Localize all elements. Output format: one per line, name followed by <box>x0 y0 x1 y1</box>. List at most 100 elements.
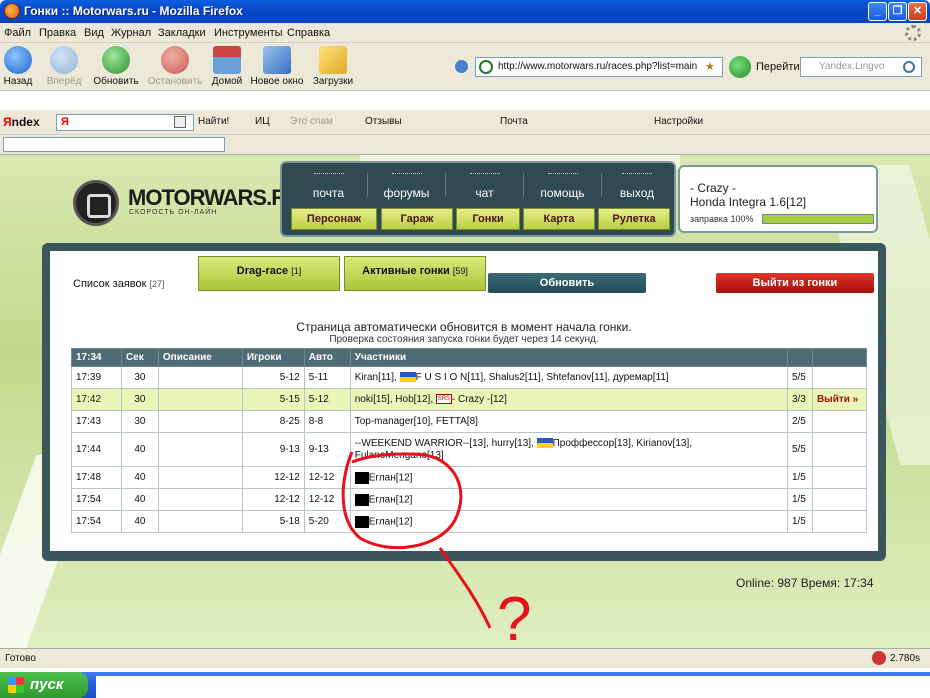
cell-participants: Kiran[11], F U S I O N[11], Shalus2[11],… <box>349 366 788 389</box>
online-status: Online: 987 Время: 17:34 <box>736 576 874 590</box>
addon-icon[interactable] <box>872 651 886 665</box>
new-window-button[interactable]: Новое окно <box>249 46 305 87</box>
participants-text[interactable]: Еглан[12] <box>369 516 413 527</box>
fuel-label: заправка 100% <box>690 214 754 224</box>
minimize-button[interactable]: _ <box>868 2 887 21</box>
cell-auto: 9-13 <box>303 432 351 467</box>
header-sec: Сек <box>120 348 159 367</box>
fuel-bar <box>762 214 874 224</box>
participants-text[interactable]: Еглан[12] <box>369 494 413 505</box>
user-car[interactable]: Honda Integra 1.6[12] <box>690 195 806 209</box>
forward-arrow-icon <box>50 46 78 74</box>
forward-button[interactable]: Вперёд <box>45 46 83 87</box>
menu-help[interactable]: Справка <box>287 27 330 39</box>
back-button[interactable]: Назад <box>3 46 33 87</box>
site-logo[interactable]: MOTORWARS.RU <box>128 185 302 211</box>
auto-refresh-message: Страница автоматически обновится в момен… <box>296 320 632 334</box>
start-button[interactable]: пуск <box>0 672 88 698</box>
participants-text[interactable]: F U S I O N[11], Shalus2[11], Shtefanov[… <box>416 372 669 383</box>
cell-sec: 40 <box>120 432 159 467</box>
exit-race-link[interactable]: Выйти » <box>811 388 868 411</box>
participants-text[interactable]: - Crazy -[12] <box>452 394 507 405</box>
menu-view[interactable]: Вид <box>84 27 104 39</box>
reload-button[interactable]: Обновить <box>92 46 140 87</box>
back-label: Назад <box>3 76 33 87</box>
server-time: Время: 17:34 <box>800 576 874 590</box>
table-row[interactable]: 17:48 40 12-12 12-12 Еглан[12] 1/5 <box>71 466 868 489</box>
yandex-spam[interactable]: Это спам <box>290 116 333 127</box>
table-row[interactable]: 17:44 40 9-13 9-13 --WEEKEND WARRIOR--[1… <box>71 432 868 467</box>
tab-active-races[interactable]: Активные гонки [59] <box>344 256 486 291</box>
go-icon[interactable] <box>729 56 751 78</box>
url-text: http://www.motorwars.ru/races.php?list=m… <box>498 61 698 72</box>
table-row-current[interactable]: 17:42 30 5-15 5-12 noki[15], Hob[12], SR… <box>71 388 868 411</box>
table-row[interactable]: 17:39 30 5-12 5-11 Kiran[11], F U S I O … <box>71 366 868 389</box>
nav-map[interactable]: Карта <box>523 208 595 230</box>
nav-mail[interactable]: почта <box>290 173 368 200</box>
user-name[interactable]: - Crazy - <box>690 181 736 195</box>
yandex-reviews[interactable]: Отзывы <box>365 116 402 127</box>
participants-text[interactable]: Kiran[11], <box>355 372 397 383</box>
yandex-mail[interactable]: Почта <box>500 116 528 127</box>
site-icon <box>479 60 493 74</box>
participants-text[interactable]: Еглан[12] <box>369 472 413 483</box>
go-label[interactable]: Перейти <box>756 61 800 73</box>
yandex-find-button[interactable]: Найти! <box>198 116 229 127</box>
status-bar: Готово 2.780s <box>0 648 930 668</box>
menu-file[interactable]: Файл <box>4 27 31 39</box>
cell-action <box>811 432 868 467</box>
participants-text[interactable]: noki[15], Hob[12], <box>355 394 433 405</box>
nav-chat[interactable]: чат <box>446 173 524 200</box>
header-players: Игроки <box>241 348 305 367</box>
bookmark-star-icon[interactable]: ★ <box>705 60 719 74</box>
participants-text[interactable]: FulanoMengano[13] <box>355 450 444 461</box>
stop-button[interactable]: Остановить <box>146 46 204 87</box>
yandex-ic[interactable]: ИЦ <box>255 116 270 127</box>
participants-text[interactable]: Проффессор[13], Kirianov[13], <box>553 438 692 449</box>
menu-bookmarks[interactable]: Закладки <box>158 27 206 39</box>
url-bar[interactable]: http://www.motorwars.ru/races.php?list=m… <box>475 57 723 77</box>
cell-sec: 40 <box>120 488 159 511</box>
secondary-input[interactable] <box>3 137 225 152</box>
menu-tools[interactable]: Инструменты <box>214 27 283 39</box>
close-button[interactable]: ✕ <box>908 2 927 21</box>
participants-text[interactable]: --WEEKEND WARRIOR--[13], hurry[13], <box>355 438 534 449</box>
nav-races[interactable]: Гонки <box>456 208 520 230</box>
refresh-button[interactable]: Обновить <box>488 273 646 293</box>
cell-count: 5/5 <box>786 366 813 389</box>
leave-race-button[interactable]: Выйти из гонки <box>716 273 874 293</box>
nav-character[interactable]: Персонаж <box>291 208 377 230</box>
nav-exit[interactable]: выход <box>602 173 672 200</box>
search-input[interactable]: Yandex.Lingvo <box>800 57 922 77</box>
table-row[interactable]: 17:54 40 12-12 12-12 Еглан[12] 1/5 <box>71 488 868 511</box>
table-header: 17:34 Сек Описание Игроки Авто Участники <box>71 348 868 367</box>
motorwars-logo-icon[interactable] <box>73 180 119 226</box>
home-button[interactable]: Домой <box>210 46 244 87</box>
cell-auto: 5-20 <box>303 510 351 533</box>
cell-desc <box>157 432 243 467</box>
downloads-label: Загрузки <box>312 76 354 87</box>
maximize-button[interactable]: ❐ <box>888 2 907 21</box>
cell-count: 3/3 <box>786 388 813 411</box>
table-row[interactable]: 17:43 30 8-25 8-8 Top-manager[10], FETTA… <box>71 410 868 433</box>
nav-help[interactable]: помощь <box>524 173 602 200</box>
yandex-logo[interactable]: Яndex <box>3 115 40 129</box>
cell-auto: 5-11 <box>303 366 351 389</box>
menu-bar: Файл Правка Вид Журнал Закладки Инструме… <box>0 23 930 43</box>
page-content: MOTORWARS.RU СКОРОСТЬ ОН-ЛАЙН почта фору… <box>0 155 930 648</box>
header-description: Описание <box>157 348 243 367</box>
yandex-toolbar: Яndex Я Найти! ИЦ Это спам Отзывы Почта … <box>0 110 930 135</box>
nav-garage[interactable]: Гараж <box>381 208 453 230</box>
keyboard-icon[interactable] <box>174 116 186 128</box>
cell-participants: noki[15], Hob[12], SRS - Crazy -[12] <box>349 388 788 411</box>
cell-participants[interactable]: Top-manager[10], FETTA[8] <box>349 410 788 433</box>
menu-history[interactable]: Журнал <box>111 27 151 39</box>
table-row[interactable]: 17:54 40 5-18 5-20 Еглан[12] 1/5 <box>71 510 868 533</box>
downloads-button[interactable]: Загрузки <box>310 46 356 87</box>
yandex-settings[interactable]: Настройки <box>654 116 703 127</box>
nav-roulette[interactable]: Рулетка <box>598 208 670 230</box>
menu-edit[interactable]: Правка <box>39 27 76 39</box>
tab-drag-race[interactable]: Drag-race [1] <box>198 256 340 291</box>
search-icon[interactable] <box>903 61 915 73</box>
nav-forums[interactable]: форумы <box>368 173 446 200</box>
